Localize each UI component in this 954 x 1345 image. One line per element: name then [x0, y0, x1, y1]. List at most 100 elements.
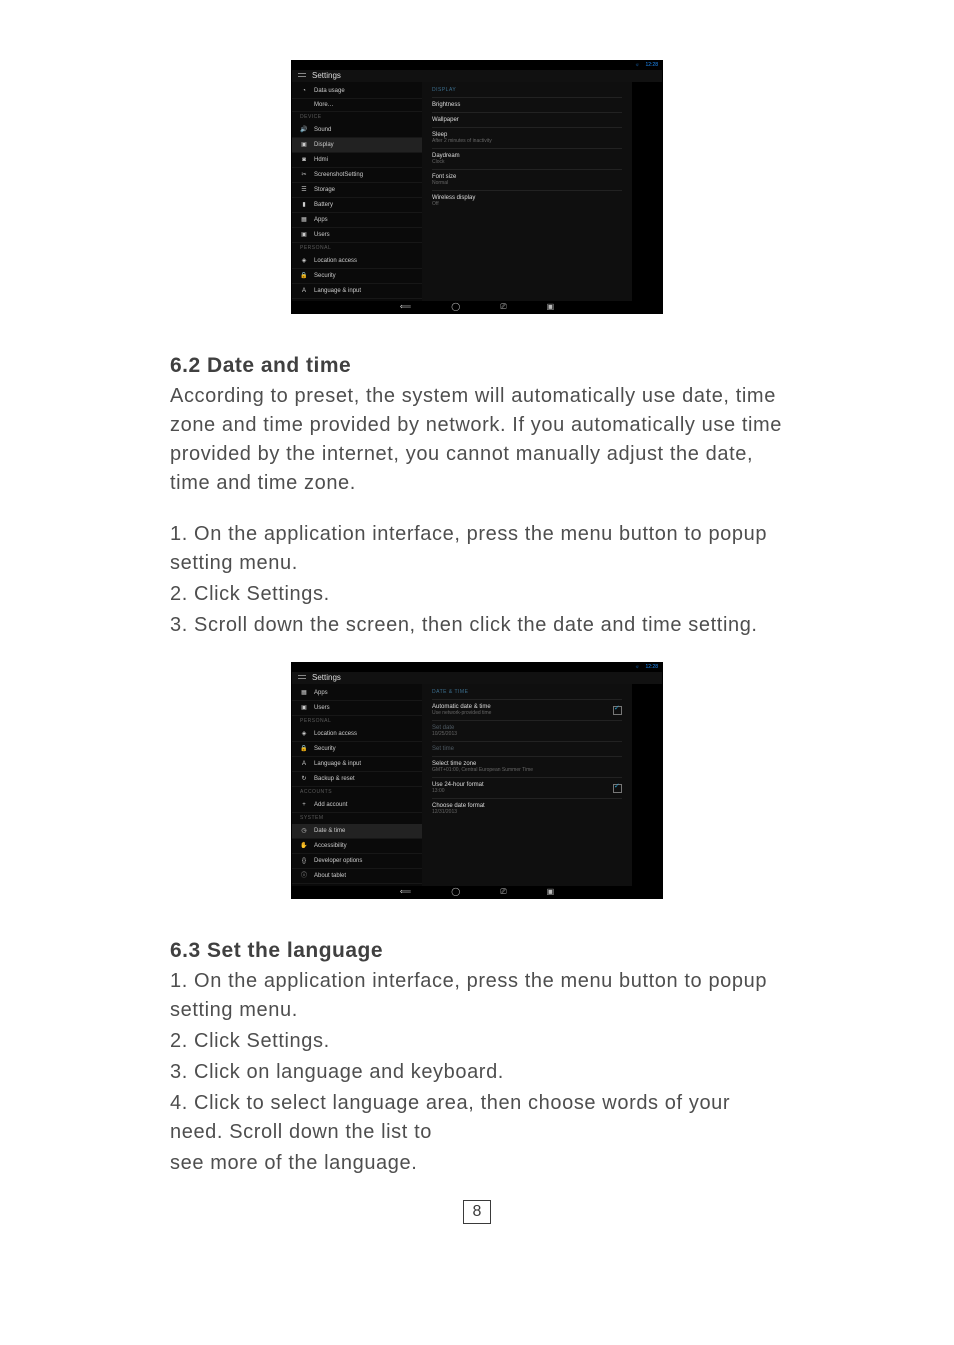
setting-row[interactable]: Wallpaper — [432, 112, 622, 127]
sidebar-item-battery-icon: ▮ — [300, 201, 308, 209]
checkbox-icon[interactable] — [613, 784, 622, 793]
sidebar-item-add-account[interactable]: + Add account — [292, 798, 422, 813]
settings-title-bar: Settings — [292, 672, 662, 684]
sidebar-item-users-icon: ▣ — [300, 231, 308, 239]
setting-row[interactable]: Brightness — [432, 97, 622, 112]
sidebar-item-datetime[interactable]: ◷ Date & time — [292, 824, 422, 839]
setting-row[interactable]: Font sizeNormal — [432, 169, 622, 190]
setting-row[interactable]: Automatic date & timeUse network-provide… — [432, 699, 622, 720]
screenshot-icon[interactable]: ▣ — [547, 888, 555, 896]
status-icon: ☼ — [635, 63, 640, 68]
sidebar-item-about[interactable]: ⓘAbout tablet — [292, 869, 422, 884]
nav-bar: ⟸ ◯ ⎚ ▣ — [292, 886, 662, 898]
section-6-3-step: 3. Click on language and keyboard. — [170, 1058, 784, 1087]
settings-main-panel: DISPLAY BrightnessWallpaperSleepAfter 2 … — [422, 82, 632, 301]
sidebar-item-more[interactable]: More… — [292, 99, 422, 112]
page-number: 8 — [463, 1200, 491, 1224]
sidebar-item-apps-icon: ▦ — [300, 689, 308, 697]
sidebar-item-label: Language & input — [314, 761, 361, 767]
settings-icon — [298, 73, 306, 79]
section-6-2-step: 2. Click Settings. — [170, 580, 784, 609]
sidebar-item-users[interactable]: ▣Users — [292, 228, 422, 243]
sidebar-item-apps[interactable]: ▦ Apps — [292, 213, 422, 228]
sidebar-item-battery[interactable]: ▮ Battery — [292, 198, 422, 213]
sidebar-item-screenshot[interactable]: ✂ ScreenshotSetting — [292, 168, 422, 183]
nav-bar: ⟸ ◯ ⎚ ▣ — [292, 301, 662, 313]
section-6-3-step: see more of the language. — [170, 1149, 784, 1178]
sidebar-item-developer[interactable]: {}Developer options — [292, 854, 422, 869]
sidebar-item-label: Date & time — [314, 828, 345, 834]
sidebar-item-accessibility[interactable]: ✋Accessibility — [292, 839, 422, 854]
sidebar-item-apps[interactable]: ▦Apps — [292, 686, 422, 701]
sidebar-item-language[interactable]: A Language & input — [292, 284, 422, 299]
sidebar-cat-personal: PERSONAL — [292, 716, 422, 727]
sidebar-item-storage-icon: ☰ — [300, 186, 308, 194]
sidebar-item-language-icon: A — [300, 287, 308, 295]
setting-row[interactable]: Set time — [432, 741, 622, 756]
sidebar-item-label: Language & input — [314, 288, 361, 294]
sidebar-item-label: Accessibility — [314, 843, 347, 849]
sidebar-item-security[interactable]: 🔒Security — [292, 269, 422, 284]
sidebar-cat-personal: PERSONAL — [292, 243, 422, 254]
sidebar-item-apps-icon: ▦ — [300, 216, 308, 224]
recent-icon[interactable]: ⎚ — [500, 303, 506, 311]
settings-icon — [298, 675, 306, 681]
section-6-3-step: 2. Click Settings. — [170, 1027, 784, 1056]
sidebar-item-location[interactable]: ◈Location access — [292, 727, 422, 742]
setting-row[interactable]: SleepAfter 2 minutes of inactivity — [432, 127, 622, 148]
setting-label: Set time — [432, 746, 454, 752]
section-6-3-step: 4. Click to select language area, then c… — [170, 1089, 784, 1147]
sidebar-item-label: Battery — [314, 202, 333, 208]
settings-main-panel: DATE & TIME Automatic date & timeUse net… — [422, 684, 632, 886]
setting-sub: Clock — [432, 160, 460, 165]
sidebar-item-label: Storage — [314, 187, 335, 193]
sidebar-item-label: ScreenshotSetting — [314, 172, 363, 178]
sidebar-item-add-account-icon: + — [300, 801, 308, 809]
setting-sub: Off — [432, 202, 475, 207]
setting-sub: GMT+01:00, Central European Summer Time — [432, 768, 533, 773]
sidebar-item-datetime-icon: ◷ — [300, 827, 308, 835]
screenshot-icon[interactable]: ▣ — [547, 303, 555, 311]
setting-row[interactable]: Choose date format12/31/2013 — [432, 798, 622, 819]
sidebar-item-storage[interactable]: ☰ Storage — [292, 183, 422, 198]
home-icon[interactable]: ◯ — [451, 888, 460, 896]
sidebar-item-security[interactable]: 🔒Security — [292, 742, 422, 757]
section-6-2-title: 6.2 Date and time — [170, 354, 784, 378]
sidebar-item-backup-icon: ↻ — [300, 775, 308, 783]
sidebar-item-data-usage[interactable]: ◔Data usage — [292, 84, 422, 99]
main-cat-datetime: DATE & TIME — [432, 688, 622, 699]
status-clock: 12:28 — [645, 63, 658, 68]
sidebar-item-label: Backup & reset — [314, 776, 355, 782]
sidebar-item-label: Apps — [314, 217, 328, 223]
sidebar-item-language[interactable]: A Language & input — [292, 757, 422, 772]
sidebar-item-location[interactable]: ◈Location access — [292, 254, 422, 269]
setting-row[interactable]: Wireless displayOff — [432, 190, 622, 211]
settings-sidebar: ◔Data usage More… DEVICE 🔊Sound▣Display◙… — [292, 82, 422, 301]
sidebar-item-label: Security — [314, 273, 336, 279]
screenshot-display-settings: ☼12:28 Settings ◔Data usage More… DEVICE… — [291, 60, 663, 314]
sidebar-item-hdmi[interactable]: ◙Hdmi — [292, 153, 422, 168]
setting-row[interactable]: DaydreamClock — [432, 148, 622, 169]
setting-label: Brightness — [432, 102, 460, 108]
home-icon[interactable]: ◯ — [451, 303, 460, 311]
sidebar-item-sound[interactable]: 🔊Sound — [292, 123, 422, 138]
setting-row[interactable]: Select time zoneGMT+01:00, Central Europ… — [432, 756, 622, 777]
sidebar-item-label: Users — [314, 705, 330, 711]
setting-sub: 10/25/2013 — [432, 732, 457, 737]
sidebar-item-display[interactable]: ▣Display — [292, 138, 422, 153]
setting-row[interactable]: Set date10/25/2013 — [432, 720, 622, 741]
back-icon[interactable]: ⟸ — [400, 888, 411, 896]
sidebar-item-users[interactable]: ▣Users — [292, 701, 422, 716]
sidebar-item-screenshot-icon: ✂ — [300, 171, 308, 179]
back-icon[interactable]: ⟸ — [400, 303, 411, 311]
sidebar-item-backup[interactable]: ↻ Backup & reset — [292, 772, 422, 787]
settings-title-bar: Settings — [292, 70, 662, 82]
sidebar-item-label: Add account — [314, 802, 347, 808]
checkbox-icon[interactable] — [613, 706, 622, 715]
sidebar-item-developer-icon: {} — [300, 857, 308, 865]
sidebar-item-sound-icon: 🔊 — [300, 126, 308, 134]
screenshot-datetime-settings: ☼12:28 Settings ▦Apps▣Users PERSONAL ◈Lo… — [291, 662, 663, 899]
recent-icon[interactable]: ⎚ — [500, 888, 506, 896]
sidebar-item-language-icon: A — [300, 760, 308, 768]
setting-row[interactable]: Use 24-hour format13:00 — [432, 777, 622, 798]
